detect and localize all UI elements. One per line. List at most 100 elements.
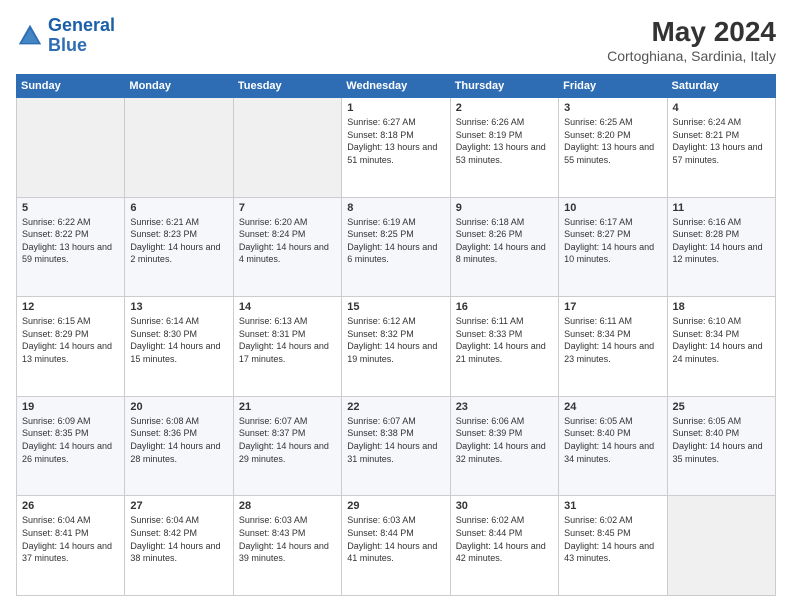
- day-cell: 6Sunrise: 6:21 AMSunset: 8:23 PMDaylight…: [125, 197, 233, 297]
- title-block: May 2024 Cortoghiana, Sardinia, Italy: [607, 16, 776, 64]
- day-cell: 21 Sunrise: 6:07 AMSunset: 8:37 PMDayligh…: [233, 396, 341, 496]
- day-cell: 10Sunrise: 6:17 AMSunset: 8:27 PMDayligh…: [559, 197, 667, 297]
- week-row-0: 1 Sunrise: 6:27 AMSunset: 8:18 PMDaylight…: [17, 98, 776, 198]
- day-cell: 16 Sunrise: 6:11 AMSunset: 8:33 PMDayligh…: [450, 297, 558, 397]
- cell-info: Sunrise: 6:15 AMSunset: 8:29 PMDaylight:…: [22, 316, 112, 364]
- logo-text: General Blue: [48, 16, 115, 56]
- day-cell: 9Sunrise: 6:18 AMSunset: 8:26 PMDaylight…: [450, 197, 558, 297]
- cell-info: Sunrise: 6:08 AMSunset: 8:36 PMDaylight:…: [130, 416, 220, 464]
- cell-info: Sunrise: 6:25 AMSunset: 8:20 PMDaylight:…: [564, 117, 654, 165]
- calendar-header: SundayMondayTuesdayWednesdayThursdayFrid…: [17, 75, 776, 98]
- header-cell-wednesday: Wednesday: [342, 75, 450, 98]
- day-number: 28: [239, 500, 336, 512]
- week-row-1: 5 Sunrise: 6:22 AMSunset: 8:22 PMDaylight…: [17, 197, 776, 297]
- cell-info: Sunrise: 6:10 AMSunset: 8:34 PMDaylight:…: [673, 316, 763, 364]
- header-cell-tuesday: Tuesday: [233, 75, 341, 98]
- day-number: 5: [22, 202, 119, 214]
- day-number: 14: [239, 301, 336, 313]
- day-number: 16: [456, 301, 553, 313]
- cell-info: Sunrise: 6:02 AMSunset: 8:44 PMDaylight:…: [456, 515, 546, 563]
- header: General Blue May 2024 Cortoghiana, Sardi…: [16, 16, 776, 64]
- day-number: 4: [673, 102, 770, 114]
- cell-info: Sunrise: 6:11 AMSunset: 8:34 PMDaylight:…: [564, 316, 654, 364]
- day-cell: 23Sunrise: 6:06 AMSunset: 8:39 PMDayligh…: [450, 396, 558, 496]
- day-cell: 19Sunrise: 6:09 AMSunset: 8:35 PMDayligh…: [17, 396, 125, 496]
- day-number: 23: [456, 401, 553, 413]
- cell-info: Sunrise: 6:22 AMSunset: 8:22 PMDaylight:…: [22, 217, 112, 265]
- day-cell: [667, 496, 775, 596]
- day-cell: [17, 98, 125, 198]
- week-row-3: 19Sunrise: 6:09 AMSunset: 8:35 PMDayligh…: [17, 396, 776, 496]
- cell-info: Sunrise: 6:04 AMSunset: 8:41 PMDaylight:…: [22, 515, 112, 563]
- cell-info: Sunrise: 6:27 AMSunset: 8:18 PMDaylight:…: [347, 117, 437, 165]
- header-cell-monday: Monday: [125, 75, 233, 98]
- day-cell: [125, 98, 233, 198]
- cell-info: Sunrise: 6:26 AMSunset: 8:19 PMDaylight:…: [456, 117, 546, 165]
- header-cell-sunday: Sunday: [17, 75, 125, 98]
- cell-info: Sunrise: 6:07 AMSunset: 8:38 PMDaylight:…: [347, 416, 437, 464]
- day-number: 18: [673, 301, 770, 313]
- calendar-body: 1 Sunrise: 6:27 AMSunset: 8:18 PMDaylight…: [17, 98, 776, 596]
- cell-info: Sunrise: 6:18 AMSunset: 8:26 PMDaylight:…: [456, 217, 546, 265]
- logo-line1: General: [48, 15, 115, 35]
- day-number: 24: [564, 401, 661, 413]
- day-cell: 29 Sunrise: 6:03 AMSunset: 8:44 PMDayligh…: [342, 496, 450, 596]
- cell-info: Sunrise: 6:05 AMSunset: 8:40 PMDaylight:…: [564, 416, 654, 464]
- day-cell: 17Sunrise: 6:11 AMSunset: 8:34 PMDayligh…: [559, 297, 667, 397]
- day-number: 2: [456, 102, 553, 114]
- header-cell-friday: Friday: [559, 75, 667, 98]
- cell-info: Sunrise: 6:11 AMSunset: 8:33 PMDaylight:…: [456, 316, 546, 364]
- day-number: 3: [564, 102, 661, 114]
- day-number: 22: [347, 401, 444, 413]
- calendar-table: SundayMondayTuesdayWednesdayThursdayFrid…: [16, 74, 776, 596]
- cell-info: Sunrise: 6:03 AMSunset: 8:44 PMDaylight:…: [347, 515, 437, 563]
- day-number: 1: [347, 102, 444, 114]
- day-cell: 4Sunrise: 6:24 AMSunset: 8:21 PMDaylight…: [667, 98, 775, 198]
- week-row-2: 12Sunrise: 6:15 AMSunset: 8:29 PMDayligh…: [17, 297, 776, 397]
- day-number: 25: [673, 401, 770, 413]
- logo: General Blue: [16, 16, 115, 56]
- day-cell: 20 Sunrise: 6:08 AMSunset: 8:36 PMDayligh…: [125, 396, 233, 496]
- cell-info: Sunrise: 6:20 AMSunset: 8:24 PMDaylight:…: [239, 217, 329, 265]
- cell-info: Sunrise: 6:03 AMSunset: 8:43 PMDaylight:…: [239, 515, 329, 563]
- day-cell: 8Sunrise: 6:19 AMSunset: 8:25 PMDaylight…: [342, 197, 450, 297]
- main-title: May 2024: [607, 16, 776, 48]
- day-number: 27: [130, 500, 227, 512]
- header-row: SundayMondayTuesdayWednesdayThursdayFrid…: [17, 75, 776, 98]
- day-number: 6: [130, 202, 227, 214]
- week-row-4: 26 Sunrise: 6:04 AMSunset: 8:41 PMDayligh…: [17, 496, 776, 596]
- day-cell: [233, 98, 341, 198]
- day-number: 20: [130, 401, 227, 413]
- cell-info: Sunrise: 6:16 AMSunset: 8:28 PMDaylight:…: [673, 217, 763, 265]
- cell-info: Sunrise: 6:17 AMSunset: 8:27 PMDaylight:…: [564, 217, 654, 265]
- day-number: 29: [347, 500, 444, 512]
- cell-info: Sunrise: 6:19 AMSunset: 8:25 PMDaylight:…: [347, 217, 437, 265]
- subtitle: Cortoghiana, Sardinia, Italy: [607, 48, 776, 64]
- header-cell-thursday: Thursday: [450, 75, 558, 98]
- day-number: 7: [239, 202, 336, 214]
- day-cell: 7 Sunrise: 6:20 AMSunset: 8:24 PMDaylight…: [233, 197, 341, 297]
- header-cell-saturday: Saturday: [667, 75, 775, 98]
- day-cell: 22 Sunrise: 6:07 AMSunset: 8:38 PMDayligh…: [342, 396, 450, 496]
- day-cell: 11Sunrise: 6:16 AMSunset: 8:28 PMDayligh…: [667, 197, 775, 297]
- day-number: 21: [239, 401, 336, 413]
- day-number: 13: [130, 301, 227, 313]
- day-cell: 13Sunrise: 6:14 AMSunset: 8:30 PMDayligh…: [125, 297, 233, 397]
- day-cell: 31Sunrise: 6:02 AMSunset: 8:45 PMDayligh…: [559, 496, 667, 596]
- day-cell: 28 Sunrise: 6:03 AMSunset: 8:43 PMDayligh…: [233, 496, 341, 596]
- day-cell: 12Sunrise: 6:15 AMSunset: 8:29 PMDayligh…: [17, 297, 125, 397]
- day-cell: 27 Sunrise: 6:04 AMSunset: 8:42 PMDayligh…: [125, 496, 233, 596]
- day-number: 15: [347, 301, 444, 313]
- day-cell: 26 Sunrise: 6:04 AMSunset: 8:41 PMDayligh…: [17, 496, 125, 596]
- day-cell: 5 Sunrise: 6:22 AMSunset: 8:22 PMDaylight…: [17, 197, 125, 297]
- cell-info: Sunrise: 6:04 AMSunset: 8:42 PMDaylight:…: [130, 515, 220, 563]
- cell-info: Sunrise: 6:07 AMSunset: 8:37 PMDaylight:…: [239, 416, 329, 464]
- day-cell: 2 Sunrise: 6:26 AMSunset: 8:19 PMDaylight…: [450, 98, 558, 198]
- day-number: 19: [22, 401, 119, 413]
- day-number: 26: [22, 500, 119, 512]
- day-cell: 24 Sunrise: 6:05 AMSunset: 8:40 PMDayligh…: [559, 396, 667, 496]
- page: General Blue May 2024 Cortoghiana, Sardi…: [0, 0, 792, 612]
- day-cell: 15Sunrise: 6:12 AMSunset: 8:32 PMDayligh…: [342, 297, 450, 397]
- day-cell: 18 Sunrise: 6:10 AMSunset: 8:34 PMDayligh…: [667, 297, 775, 397]
- cell-info: Sunrise: 6:13 AMSunset: 8:31 PMDaylight:…: [239, 316, 329, 364]
